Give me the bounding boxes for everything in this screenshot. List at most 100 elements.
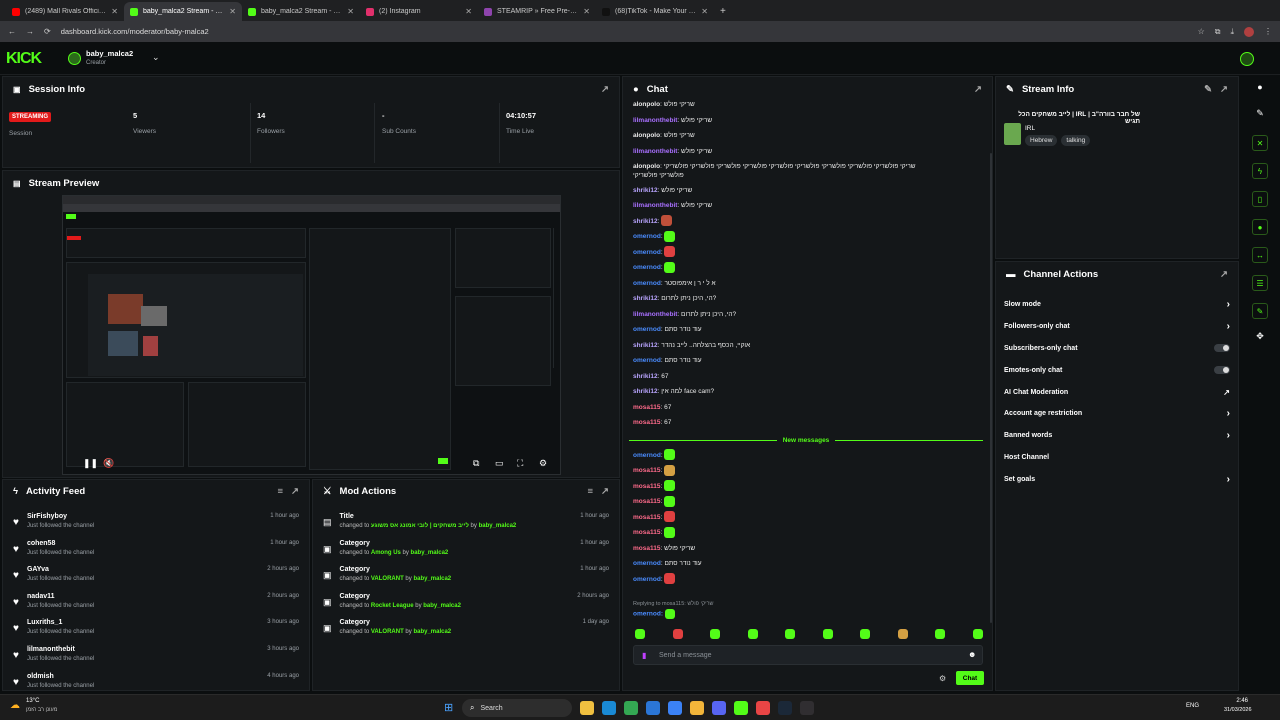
- close-tab-icon[interactable]: ✕: [465, 7, 472, 16]
- channel-action[interactable]: Banned words ›: [996, 425, 1238, 447]
- emote-icon[interactable]: [635, 629, 645, 639]
- mod-action-user[interactable]: baby_malca2: [413, 629, 451, 635]
- channel-action[interactable]: Emotes-only chat: [996, 359, 1238, 381]
- browser-tab[interactable]: (2489) Mall Rivals Official Demo ✕: [6, 2, 124, 21]
- folder-icon[interactable]: [690, 701, 704, 715]
- menu-icon[interactable]: ⋮: [1264, 27, 1272, 36]
- browser-tab[interactable]: (2) Instagram ✕: [360, 2, 478, 21]
- edit-icon[interactable]: ✎: [1204, 84, 1212, 95]
- kick-app-icon[interactable]: [734, 701, 748, 715]
- chat-message[interactable]: mosa115: שריקי פולש: [623, 541, 983, 557]
- popout-icon[interactable]: ↗: [601, 84, 609, 95]
- chat-message[interactable]: mosa115: 67: [623, 415, 983, 431]
- chat-message[interactable]: omernod: עוד נודר סתם: [623, 322, 983, 338]
- chat-username[interactable]: mosa115: [633, 529, 660, 536]
- channel-switcher[interactable]: baby_malca2 Creator: [86, 49, 133, 66]
- profile-avatar[interactable]: [1244, 26, 1254, 37]
- toggle-switch[interactable]: [1214, 344, 1230, 353]
- browser-tab[interactable]: baby_malca2 Stream - Watch L ✕: [242, 2, 360, 21]
- chat-username[interactable]: omernod: [633, 249, 661, 256]
- chat-username[interactable]: shriki12: [633, 342, 658, 349]
- chat-username[interactable]: omernod: [633, 357, 661, 364]
- chat-scrollbar[interactable]: [990, 153, 992, 623]
- close-tab-icon[interactable]: ✕: [583, 7, 590, 16]
- chat-username[interactable]: mosa115: [633, 404, 660, 411]
- chat-username[interactable]: omernod: [633, 326, 661, 333]
- star-icon[interactable]: ☆: [1198, 27, 1205, 36]
- chat-message[interactable]: omernod:: [623, 260, 983, 276]
- close-tab-icon[interactable]: ✕: [347, 7, 354, 16]
- store-icon[interactable]: [646, 701, 660, 715]
- emote-icon[interactable]: [860, 629, 870, 639]
- chat-username[interactable]: mosa115: [633, 467, 660, 474]
- follower-name[interactable]: nadav11: [27, 593, 94, 600]
- toggle-switch[interactable]: [1214, 366, 1230, 375]
- filter-icon[interactable]: ≡: [587, 486, 593, 497]
- follower-name[interactable]: GAYva: [27, 566, 94, 573]
- mod-action-user[interactable]: baby_malca2: [413, 576, 451, 582]
- follower-name[interactable]: SirFishyboy: [27, 513, 94, 520]
- link-icon[interactable]: ↔: [1252, 247, 1268, 263]
- emote-icon[interactable]: [664, 246, 676, 258]
- chat-username[interactable]: mosa115: [633, 419, 660, 426]
- document-icon[interactable]: ▯: [1252, 191, 1268, 207]
- emote-icon[interactable]: [664, 526, 676, 538]
- theater-icon[interactable]: ▭: [495, 458, 504, 469]
- follower-name[interactable]: oldmish: [27, 673, 94, 680]
- emote-icon[interactable]: [972, 629, 983, 639]
- chat-username[interactable]: shriki12: [633, 187, 658, 194]
- chat-username[interactable]: mosa115: [633, 483, 660, 490]
- chat-message[interactable]: mosa115:: [623, 494, 983, 510]
- chat-username[interactable]: shriki12: [633, 373, 658, 380]
- chat-username[interactable]: omernod: [633, 452, 661, 459]
- clock-time[interactable]: 2:46: [1226, 698, 1248, 704]
- emote-icon[interactable]: [664, 464, 676, 476]
- chat-message[interactable]: alonpolo: שריקי פולש: [623, 97, 983, 113]
- chat-message[interactable]: omernod: עוד נודר סתם: [623, 353, 983, 369]
- chat-username[interactable]: mosa115: [633, 514, 660, 521]
- chevron-down-icon[interactable]: ⌄: [152, 52, 160, 63]
- chat-message[interactable]: omernod:: [623, 245, 983, 261]
- steam-icon[interactable]: [778, 701, 792, 715]
- emote-icon[interactable]: [897, 629, 908, 639]
- channel-action[interactable]: Set goals ›: [996, 468, 1238, 490]
- clock-date[interactable]: 31/03/2026: [1224, 707, 1252, 713]
- chat-username[interactable]: lilmanonthebit: [633, 148, 677, 155]
- chat-username[interactable]: lilmanonthebit: [633, 202, 677, 209]
- chat-message[interactable]: omernod:: [623, 229, 983, 245]
- chat-message[interactable]: shriki12: אוקיי, הכסף בהצלחה.. לייב נהדר: [623, 338, 983, 354]
- chat-message[interactable]: shriki12: הי, היכן ניתן לתרום?: [623, 291, 983, 307]
- new-tab-button[interactable]: +: [714, 2, 734, 21]
- chat-message[interactable]: mosa115:: [623, 463, 983, 479]
- emote-icon[interactable]: [664, 449, 676, 461]
- chat-username[interactable]: omernod:: [633, 609, 675, 619]
- url-field[interactable]: dashboard.kick.com/moderator/baby-malca2: [61, 27, 209, 36]
- chat-message[interactable]: mosa115:: [623, 525, 983, 541]
- follower-name[interactable]: Luxriths_1: [27, 619, 94, 626]
- emote-icon[interactable]: [710, 629, 720, 639]
- close-tab-icon[interactable]: ✕: [229, 7, 236, 16]
- popout-icon[interactable]: ↗: [1220, 84, 1228, 95]
- chat-message[interactable]: shriki12: למה אין face cam?: [623, 384, 983, 400]
- chat-message[interactable]: omernod:: [623, 448, 983, 464]
- chat-username[interactable]: mosa115: [633, 545, 660, 552]
- chat-message[interactable]: omernod: א ל י ר ן אימפוסטר: [623, 276, 983, 292]
- browser-tab[interactable]: (68)TikTok - Make Your Day ✕: [596, 2, 714, 21]
- chat-message[interactable]: omernod: עוד נודר סתם: [623, 556, 983, 572]
- chat-message[interactable]: shriki12: 67: [623, 369, 983, 385]
- chat-username[interactable]: omernod: [633, 576, 661, 583]
- chat-message[interactable]: lilmanonthebit: שריקי פולש: [623, 198, 983, 214]
- popout-icon[interactable]: ↗: [601, 486, 609, 497]
- pencil-icon[interactable]: ✎: [1256, 108, 1264, 119]
- chat-username[interactable]: alonpolo: [633, 101, 660, 108]
- download-icon[interactable]: ⤓: [1230, 27, 1234, 37]
- chat-username[interactable]: alonpolo: [633, 163, 660, 170]
- chat-username[interactable]: shriki12: [633, 295, 658, 302]
- chat-message[interactable]: alonpolo: שריקי פולש: [623, 128, 983, 144]
- channel-action[interactable]: Followers-only chat ›: [996, 316, 1238, 338]
- send-chat-button[interactable]: Chat: [956, 671, 984, 685]
- shield-icon[interactable]: ✕: [1252, 135, 1268, 151]
- browser-tab[interactable]: baby_malca2 Stream - Kick Das ✕: [124, 2, 242, 21]
- emote-icon[interactable]: [661, 215, 673, 227]
- chat-username[interactable]: omernod: [633, 560, 661, 567]
